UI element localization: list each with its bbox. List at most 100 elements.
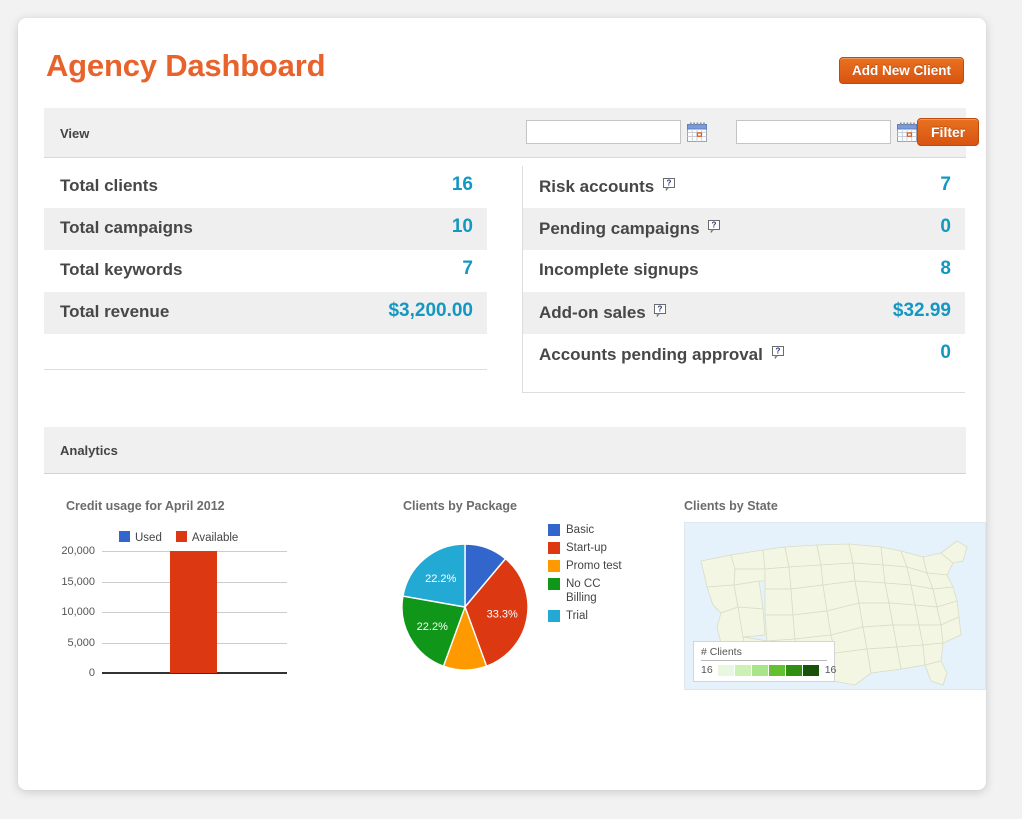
clients-by-state-map: Clients by State # Clients 16 16 [662,488,986,713]
map-legend-swatch [751,664,769,676]
pie-slice-label: 33.3% [487,609,518,621]
dashboard-card: Agency Dashboard Add New Client View Fil… [18,18,986,790]
svg-text:?: ? [658,305,663,314]
bar-chart-plot-area: 0 5,000 10,000 15,000 20,000 [61,545,287,679]
stats-column-right: Risk accounts ? 7 Pending campaigns ? 0 Inco… [522,166,965,393]
date-from-input[interactable] [526,120,681,144]
stat-row: Total campaigns 10 [44,208,487,250]
date-to-input[interactable] [736,120,891,144]
stat-value: 0 [940,342,951,363]
bar-legend-item: Available [175,531,239,544]
bar-y-tick-label: 0 [88,667,95,679]
bar-y-tick-label: 10,000 [61,606,95,618]
stat-value: 7 [940,174,951,195]
credit-usage-bar-chart: Credit usage for April 2012 Used Availabl… [44,488,344,708]
map-legend-swatch [802,664,820,676]
help-question-icon[interactable]: ? [708,218,721,234]
stat-row: Total clients 16 [44,166,487,208]
stat-label: Total clients [60,176,158,195]
stats-summary: Total clients 16 Total campaigns 10 Total ke… [44,166,966,394]
view-label: View [60,126,90,141]
svg-text:?: ? [667,179,672,188]
pie-slice-label: 22.2% [417,621,448,633]
view-filter-bar: View Filter [44,108,980,158]
pie-legend-item[interactable]: Trial [548,609,626,623]
map-legend-swatch [734,664,752,676]
map-legend-min: 16 [701,664,713,676]
analytics-title: Analytics [60,443,118,458]
map-title: Clients by State [684,499,778,513]
stat-label: Total revenue [60,302,170,321]
stat-label: Risk accounts ? [539,176,676,197]
bar-gridline: 0 [89,667,287,679]
legend-swatch [548,578,560,590]
add-new-client-button[interactable]: Add New Client [838,57,964,84]
stat-row-spacer [44,334,487,370]
help-question-icon[interactable]: ? [771,344,785,360]
bar-legend-label: Available [191,532,239,544]
stat-label: Add-on sales ? [539,302,667,323]
map-legend-max: 16 [824,664,837,676]
stat-value: 16 [451,174,473,195]
stat-row: Incomplete signups 8 [523,250,965,292]
legend-swatch [548,524,560,536]
stat-value: 7 [462,258,473,279]
pie-chart-title: Clients by Package [403,499,517,513]
stats-column-left: Total clients 16 Total campaigns 10 Total ke… [44,166,487,370]
map-legend-scale: 16 16 [701,664,836,676]
pie-legend-label: No CC Billing [566,578,601,604]
stat-row: Total keywords 7 [44,250,487,292]
stat-value: $3,200.00 [388,300,473,321]
stat-row: Pending campaigns ? 0 [523,208,965,250]
help-question-icon[interactable]: ? [663,176,676,192]
filter-button[interactable]: Filter [917,118,980,146]
bar-rect[interactable] [170,551,217,673]
bar-legend-label: Used [135,532,162,544]
legend-swatch [548,542,560,554]
pie-chart-graphic: 33.3% 22.2% 22.2% [401,543,529,671]
pie-chart-legend: Basic Start-up Promo test No CC Billing Tria… [548,523,626,627]
map-legend-swatch [717,664,735,676]
stat-row: Total revenue $3,200.00 [44,292,487,334]
bar-y-tick-label: 5,000 [67,636,95,649]
stat-row: Add-on sales ? $32.99 [523,292,965,334]
bar-y-tick-label: 15,000 [61,575,95,588]
map-legend-swatches [717,664,820,676]
map-legend-swatch [768,664,786,676]
calendar-icon[interactable] [685,120,709,144]
stat-label: Accounts pending approval ? [539,344,785,365]
stat-row: Risk accounts ? 7 [523,166,965,208]
legend-swatch [175,531,187,542]
pie-legend-item[interactable]: Basic [548,523,626,537]
stat-value: $32.99 [892,300,951,321]
help-question-icon[interactable]: ? [654,302,667,318]
map-legend-swatch [785,664,803,676]
stat-label: Total keywords [60,260,183,279]
analytics-section-header: Analytics [44,427,966,474]
bar-chart-legend: Used Available [119,531,252,544]
stat-label: Total campaigns [60,218,193,237]
page-title: Agency Dashboard [46,48,326,83]
pie-legend-label: Start-up [566,542,607,554]
svg-text:?: ? [775,347,780,356]
stat-label: Incomplete signups [539,260,699,279]
pie-legend-label: Promo test [566,560,622,572]
legend-swatch [548,610,560,622]
calendar-icon[interactable] [895,120,919,144]
bar-chart-title: Credit usage for April 2012 [66,499,225,513]
pie-legend-label: Basic [566,524,595,536]
map-legend-title: # Clients [701,646,827,661]
stat-row: Accounts pending approval ? 0 [523,334,965,376]
stat-value: 0 [940,216,951,237]
pie-legend-item[interactable]: Start-up [548,541,626,555]
bar-y-tick-label: 20,000 [61,545,95,557]
stat-value: 8 [940,258,951,279]
svg-text:?: ? [712,221,717,230]
pie-legend-label: Trial [566,610,588,622]
clients-by-package-pie-chart: Clients by Package 33.3% 22.2% 22.2% Basic… [378,488,643,708]
pie-legend-item[interactable]: No CC Billing [548,577,626,605]
pie-legend-item[interactable]: Promo test [548,559,626,573]
map-legend: # Clients 16 16 [693,641,836,682]
map-canvas[interactable]: # Clients 16 16 [684,522,986,690]
stat-value: 10 [451,216,473,237]
